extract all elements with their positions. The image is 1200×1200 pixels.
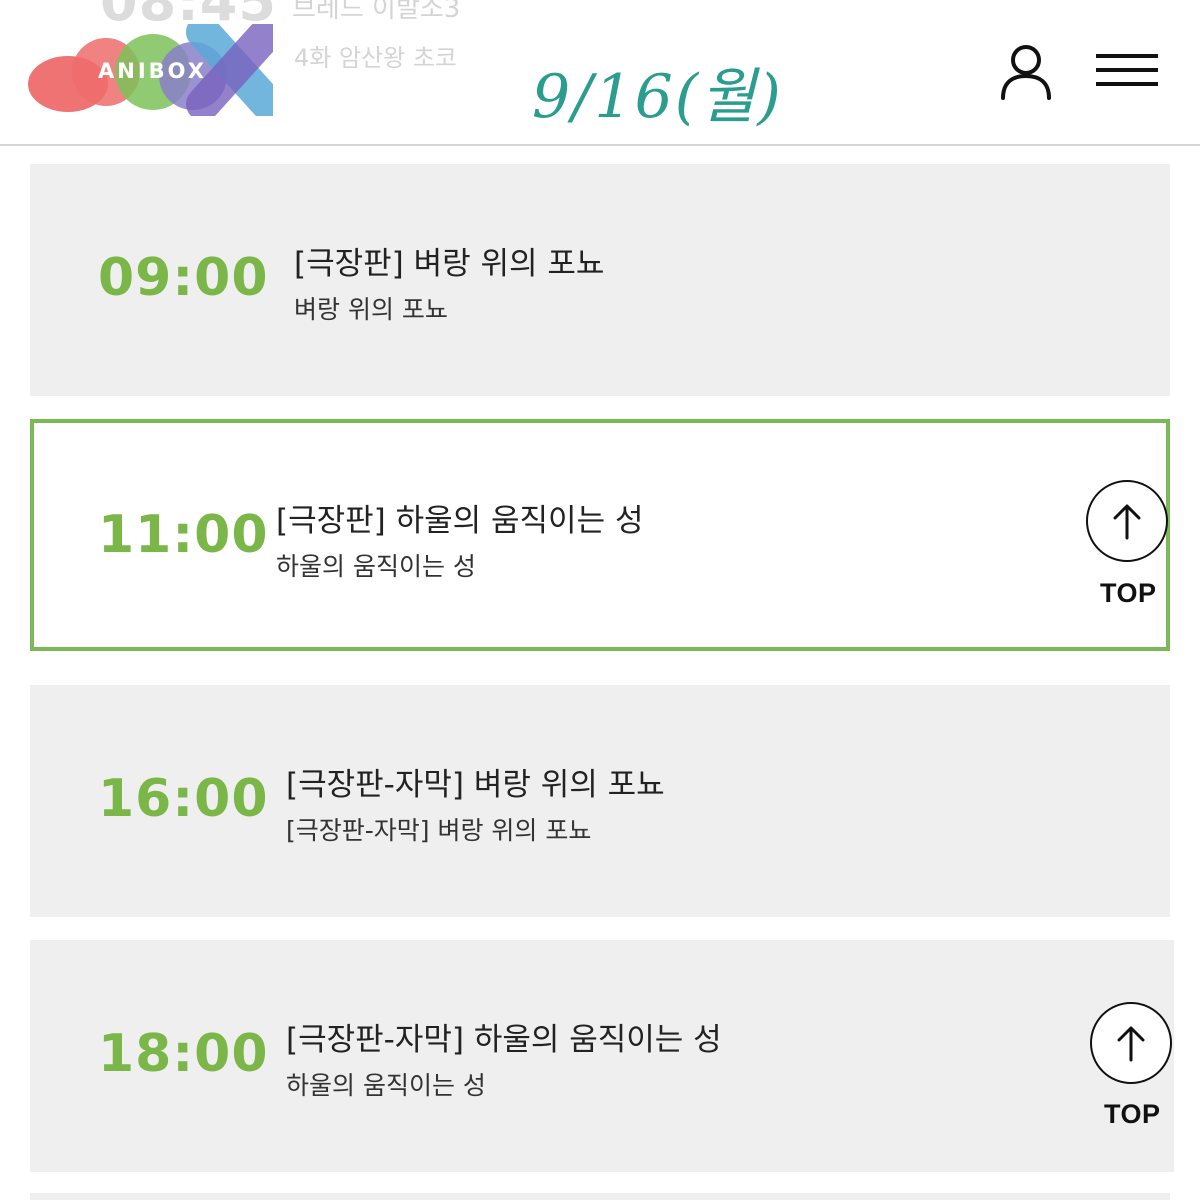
- user-button[interactable]: [998, 42, 1054, 102]
- scroll-top-button[interactable]: [1086, 480, 1170, 564]
- menu-button[interactable]: [1094, 48, 1160, 92]
- top-button-label[interactable]: TOP: [1104, 1099, 1161, 1130]
- handwritten-date: 9/16(월): [532, 62, 783, 132]
- arrow-up-icon: [1117, 1026, 1145, 1062]
- hamburger-menu-icon: [1096, 54, 1158, 86]
- broadcast-time: 09:00: [98, 248, 269, 308]
- broadcast-time: 16:00: [98, 769, 269, 829]
- scrolled-previous-title: 브레드 이발소3: [292, 0, 461, 24]
- program-title: [극장판] 하울의 움직이는 성: [276, 503, 644, 539]
- broadcast-time: 11:00: [98, 505, 269, 565]
- episode-subtitle: [극장판-자막] 벼랑 위의 포뇨: [286, 816, 592, 845]
- scrolled-previous-subtitle: 4화 암산왕 초코: [294, 44, 458, 72]
- arrow-up-icon: [1113, 504, 1141, 540]
- logo-text: ANIBOX: [98, 59, 207, 83]
- scroll-top-button[interactable]: [1090, 1002, 1174, 1086]
- episode-subtitle: 벼랑 위의 포뇨: [294, 295, 448, 324]
- user-icon: [1001, 45, 1051, 100]
- schedule-item[interactable]: 09:00 [극장판] 벼랑 위의 포뇨 벼랑 위의 포뇨: [30, 164, 1170, 396]
- schedule-item[interactable]: 18:00 [극장판-자막] 하울의 움직이는 성 하울의 움직이는 성: [30, 940, 1174, 1172]
- program-title: [극장판-자막] 벼랑 위의 포뇨: [286, 767, 665, 803]
- program-title: [극장판-자막] 하울의 움직이는 성: [286, 1022, 722, 1058]
- header: 08:45 브레드 이발소3 4화 암산왕 초코 ANIBOX 9/16(월): [0, 0, 1200, 146]
- program-title: [극장판] 벼랑 위의 포뇨: [294, 246, 605, 282]
- episode-subtitle: 하울의 움직이는 성: [286, 1071, 486, 1100]
- next-schedule-item-edge: [30, 1193, 1170, 1200]
- episode-subtitle: 하울의 움직이는 성: [276, 552, 476, 581]
- broadcast-time: 18:00: [98, 1024, 269, 1084]
- schedule-item-current[interactable]: 11:00 [극장판] 하울의 움직이는 성 하울의 움직이는 성: [30, 419, 1170, 651]
- schedule-item[interactable]: 16:00 [극장판-자막] 벼랑 위의 포뇨 [극장판-자막] 벼랑 위의 포…: [30, 685, 1170, 917]
- anibox-logo[interactable]: ANIBOX: [28, 15, 285, 121]
- top-button-label[interactable]: TOP: [1100, 578, 1157, 609]
